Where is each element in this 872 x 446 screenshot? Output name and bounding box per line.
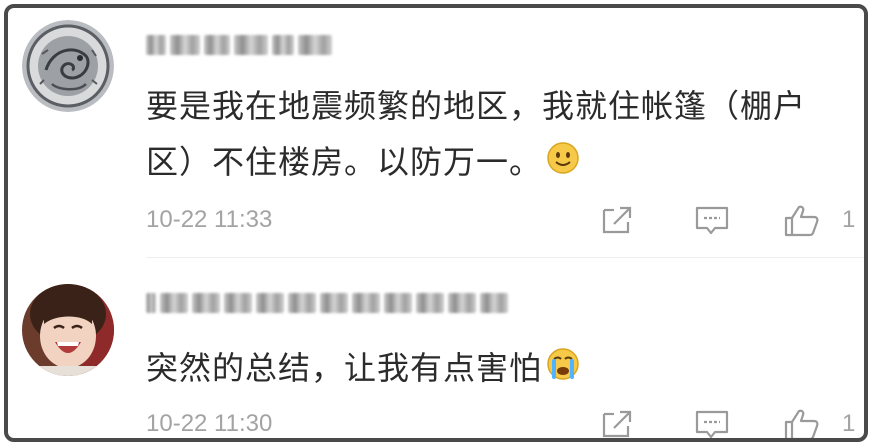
comment-time: 10-22 11:30 <box>146 410 273 437</box>
username-blur <box>256 293 284 313</box>
username-blur <box>204 35 230 55</box>
thumbs-up-icon <box>784 205 819 237</box>
username-blur <box>480 293 508 313</box>
comment-meta: 10-22 11:33 1 <box>146 200 855 240</box>
reply-button[interactable] <box>694 408 730 438</box>
reply-icon <box>695 206 729 235</box>
share-icon <box>602 206 632 234</box>
reply-icon <box>695 410 729 438</box>
like-button[interactable] <box>782 204 819 237</box>
comment-text: 要是我在地震频繁的地区，我就住帐篷（棚户区）不住楼房。以防万一。 <box>146 78 846 192</box>
share-icon <box>602 410 632 438</box>
crying-emoji-icon <box>546 342 580 398</box>
comment-text: 突然的总结，让我有点害怕 <box>146 340 846 398</box>
username-blur <box>416 293 444 313</box>
comment-list: ██████ 要是我在地震频繁的地区，我就住帐篷（棚户区）不住楼房。以防万一。 … <box>4 4 868 442</box>
username-blur <box>352 293 380 313</box>
like-count: 1 <box>842 410 856 437</box>
username-blur <box>384 293 412 313</box>
share-button[interactable] <box>600 408 636 438</box>
dragon-emblem-icon <box>22 20 114 112</box>
username-blur <box>192 293 220 313</box>
username-blur <box>146 35 166 55</box>
comment-text-body: 突然的总结，让我有点害怕 <box>146 349 543 387</box>
like-button[interactable] <box>782 408 819 438</box>
username-blur <box>288 293 316 313</box>
username-blur <box>224 293 252 313</box>
username-blur <box>320 293 348 313</box>
user-avatar[interactable] <box>22 284 114 376</box>
comment-text-body: 要是我在地震频繁的地区，我就住帐篷（棚户区）不住楼房。以防万一。 <box>146 87 807 181</box>
username-blur <box>234 35 268 55</box>
username-blur <box>146 293 156 313</box>
comment-meta: 10-22 11:30 1 <box>146 404 855 438</box>
username[interactable]: ██████████████ <box>146 290 508 316</box>
username[interactable]: ██████ <box>146 32 332 58</box>
username-blur <box>448 293 476 313</box>
slight-smile-emoji-icon <box>546 136 580 192</box>
share-button[interactable] <box>600 204 636 236</box>
comment-item: ██████████████ 突然的总结，让我有点害怕 10-22 11:30 <box>8 258 864 438</box>
username-blur <box>170 35 200 55</box>
username-blur <box>298 35 332 55</box>
comment-time: 10-22 11:33 <box>146 206 273 233</box>
girl-laughing-icon <box>22 284 114 376</box>
username-blur <box>272 35 294 55</box>
username-blur <box>160 293 188 313</box>
user-avatar[interactable] <box>22 20 114 112</box>
comment-item: ██████ 要是我在地震频繁的地区，我就住帐篷（棚户区）不住楼房。以防万一。 … <box>8 8 864 258</box>
thumbs-up-icon <box>784 409 819 438</box>
reply-button[interactable] <box>694 204 730 236</box>
like-count: 1 <box>842 206 856 233</box>
